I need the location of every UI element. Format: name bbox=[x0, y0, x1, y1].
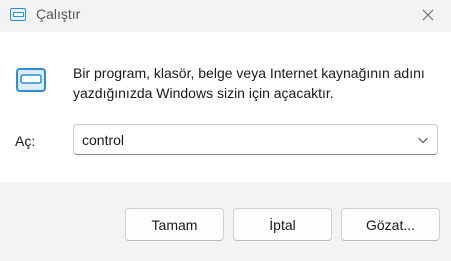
title-bar: Çalıştır bbox=[0, 0, 451, 32]
description-text: Bir program, klasör, belge veya Internet… bbox=[73, 65, 425, 101]
button-bar: Tamam İptal Gözat... bbox=[0, 182, 451, 261]
close-button[interactable] bbox=[405, 0, 451, 30]
chevron-down-icon[interactable] bbox=[417, 135, 429, 145]
browse-button[interactable]: Gözat... bbox=[341, 208, 440, 241]
window-title: Çalıştır bbox=[36, 6, 81, 22]
ok-button[interactable]: Tamam bbox=[125, 208, 224, 241]
open-label: Aç: bbox=[15, 133, 36, 149]
open-combobox[interactable]: control bbox=[73, 124, 438, 155]
dialog-body: Bir program, klasör, belge veya Internet… bbox=[0, 32, 451, 182]
run-icon bbox=[16, 68, 46, 92]
run-app-icon bbox=[10, 8, 26, 21]
close-icon bbox=[422, 9, 434, 21]
cancel-button[interactable]: İptal bbox=[233, 208, 332, 241]
open-input[interactable]: control bbox=[82, 132, 124, 148]
